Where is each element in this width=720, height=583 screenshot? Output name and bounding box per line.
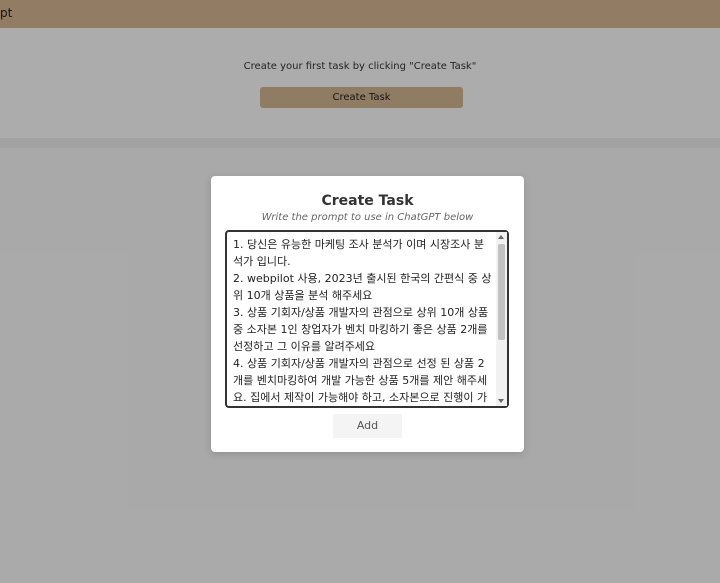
scroll-up-arrow-icon[interactable] [498, 235, 504, 239]
modal-title: Create Task [321, 193, 414, 209]
scroll-thumb[interactable] [498, 244, 505, 340]
create-task-modal: Create Task Write the prompt to use in C… [211, 176, 524, 452]
prompt-scrollbar[interactable] [496, 232, 507, 406]
add-button[interactable]: Add [333, 414, 402, 438]
prompt-textarea[interactable]: 1. 당신은 유능한 마케팅 조사 분석가 이며 시장조사 분석가 입니다. 2… [225, 230, 509, 408]
scroll-down-arrow-icon[interactable] [498, 399, 504, 403]
app-page: pt Create your first task by clicking "C… [0, 0, 720, 583]
modal-subtitle: Write the prompt to use in ChatGPT below [261, 212, 474, 223]
